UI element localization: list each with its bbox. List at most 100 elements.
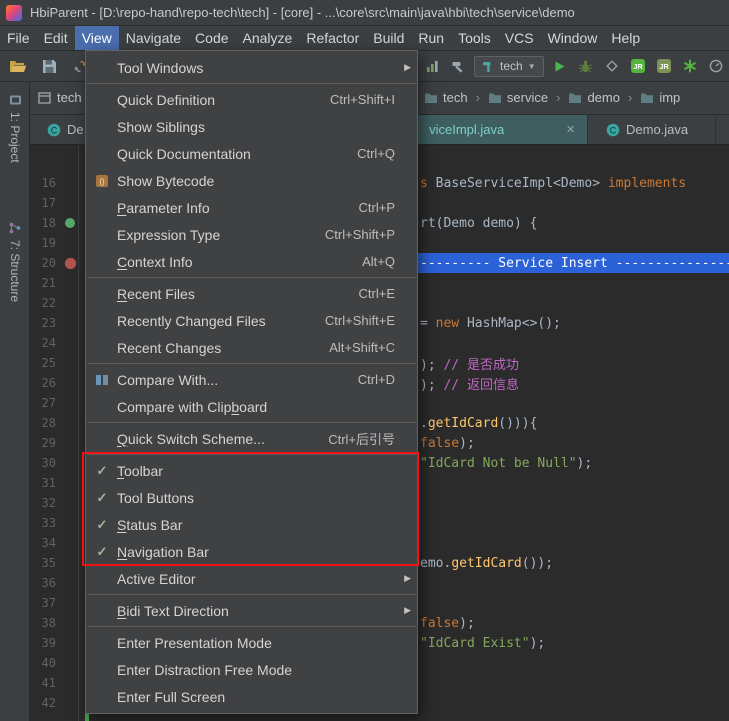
coverage-button[interactable] [602,56,622,76]
profiler-button[interactable] [706,56,726,76]
menu-item-bidi-text-direction[interactable]: Bidi Text Direction▶ [86,597,417,624]
line-number: 17 [34,196,56,210]
menu-item-label: Recent Changes [117,340,221,356]
run-configuration-selector[interactable]: tech ▼ [474,56,544,77]
build-project-button[interactable] [448,56,468,76]
menu-item-show-siblings[interactable]: Show Siblings [86,113,417,140]
menu-item-expression-type[interactable]: Expression TypeCtrl+Shift+P [86,221,417,248]
breadcrumb-demo[interactable]: demo [568,90,620,105]
breadcrumb-label: service [507,90,548,105]
menu-item-context-info[interactable]: Context InfoAlt+Q [86,248,417,275]
run-icon [553,60,566,73]
line-number: 41 [34,676,56,690]
breadcrumb-label: tech [443,90,468,105]
menu-item-shortcut: Ctrl+后引号 [328,429,399,448]
gutter-slot [62,556,78,570]
menu-refactor[interactable]: Refactor [299,26,366,50]
menu-item-recent-changes[interactable]: Recent ChangesAlt+Shift+C [86,334,417,361]
breadcrumb-imp[interactable]: imp [640,90,680,105]
tab-label: Demo.java [626,122,688,137]
menu-item-quick-switch-scheme[interactable]: Quick Switch Scheme... Ctrl+后引号 [86,425,417,452]
menu-item-recent-files[interactable]: Recent FilesCtrl+E [86,280,417,307]
menu-item-compare-with-clipboard[interactable]: Compare with Clipboard [86,393,417,420]
line-number: 20 [34,256,56,270]
folder-open-button[interactable] [8,56,28,76]
save-all-button[interactable] [39,56,59,76]
menu-item-quick-definition[interactable]: Quick DefinitionCtrl+Shift+I [86,86,417,113]
menu-item-recently-changed-files[interactable]: Recently Changed FilesCtrl+Shift+E [86,307,417,334]
menu-item-label: Enter Presentation Mode [117,635,272,651]
gutter-slot [62,416,78,430]
debug-icon [578,59,593,74]
menu-item-enter-distraction-free-mode[interactable]: Enter Distraction Free Mode [86,656,417,683]
coverage-icon [605,59,619,73]
compile-button[interactable] [422,56,442,76]
tab-demo-java[interactable]: C Demo.java [588,115,716,144]
menu-run[interactable]: Run [411,26,451,50]
bookmark-gutter-icon[interactable] [62,256,78,270]
line-number: 40 [34,656,56,670]
line-number: 29 [34,436,56,450]
folder-icon [424,92,438,104]
line-number: 24 [34,336,56,350]
tool-window-button-1-project[interactable]: 1: Project [0,94,30,163]
menu-tools[interactable]: Tools [451,26,498,50]
structure-icon [9,222,21,234]
menu-item-shortcut: Ctrl+Q [357,146,399,161]
breadcrumb-tech[interactable]: tech [424,90,468,105]
close-tab-icon[interactable]: × [566,122,575,137]
window-title: HbiParent - [D:\repo-hand\repo-tech\tech… [30,5,575,20]
svg-text:C: C [51,125,58,135]
menu-code[interactable]: Code [188,26,235,50]
caret-down-icon: ▼ [528,62,536,71]
menu-view[interactable]: View [75,26,119,50]
gutter-slot [62,176,78,190]
menu-item-label: Parameter Info [117,200,210,216]
idea-logo-icon [6,5,22,21]
menu-navigate[interactable]: Navigate [119,26,188,50]
gutter-slot [62,596,78,610]
line-number: 36 [34,576,56,590]
submenu-arrow-icon: ▶ [399,62,411,73]
debug-button[interactable] [576,56,596,76]
hotswap-button[interactable] [680,56,700,76]
run-configuration-label: tech [500,59,523,73]
menu-item-tool-windows[interactable]: Tool Windows▶ [86,54,417,81]
gutter-slot [62,516,78,530]
line-number: 22 [34,296,56,310]
menu-item-label: Quick Switch Scheme... [117,431,265,447]
line-number: 26 [34,376,56,390]
breadcrumb-service[interactable]: service [488,90,548,105]
bytecode-icon: {} [92,174,112,188]
menu-item-quick-documentation[interactable]: Quick DocumentationCtrl+Q [86,140,417,167]
nav-root[interactable]: tech [38,82,82,113]
menu-item-enter-presentation-mode[interactable]: Enter Presentation Mode [86,629,417,656]
gutter-slot [62,336,78,350]
menu-build[interactable]: Build [366,26,411,50]
menu-item-compare-with[interactable]: Compare With...Ctrl+D [86,366,417,393]
run-button[interactable] [550,56,570,76]
tool-window-button-7-structure[interactable]: 7: Structure [0,222,30,302]
menu-edit[interactable]: Edit [37,26,75,50]
annotation-red-box [82,452,419,566]
class-icon: C [606,123,620,137]
menu-window[interactable]: Window [541,26,605,50]
line-number: 32 [34,496,56,510]
jrebel-run-button[interactable]: JR [628,56,648,76]
tab-label: De [67,122,84,137]
menu-analyze[interactable]: Analyze [236,26,300,50]
jrebel-debug-button[interactable]: JR [654,56,674,76]
menu-item-show-bytecode[interactable]: {}Show Bytecode [86,167,417,194]
menu-file[interactable]: File [0,26,37,50]
menu-item-enter-full-screen[interactable]: Enter Full Screen [86,683,417,710]
gutter-slot [62,476,78,490]
gutter-slot [62,496,78,510]
menu-help[interactable]: Help [604,26,647,50]
line-number: 42 [34,696,56,710]
menu-item-active-editor[interactable]: Active Editor▶ [86,565,417,592]
menu-vcs[interactable]: VCS [498,26,541,50]
menu-item-label: Context Info [117,254,193,270]
menu-item-parameter-info[interactable]: Parameter InfoCtrl+P [86,194,417,221]
method-marker-gutter-icon[interactable] [62,216,78,230]
svg-text:C: C [610,125,617,135]
